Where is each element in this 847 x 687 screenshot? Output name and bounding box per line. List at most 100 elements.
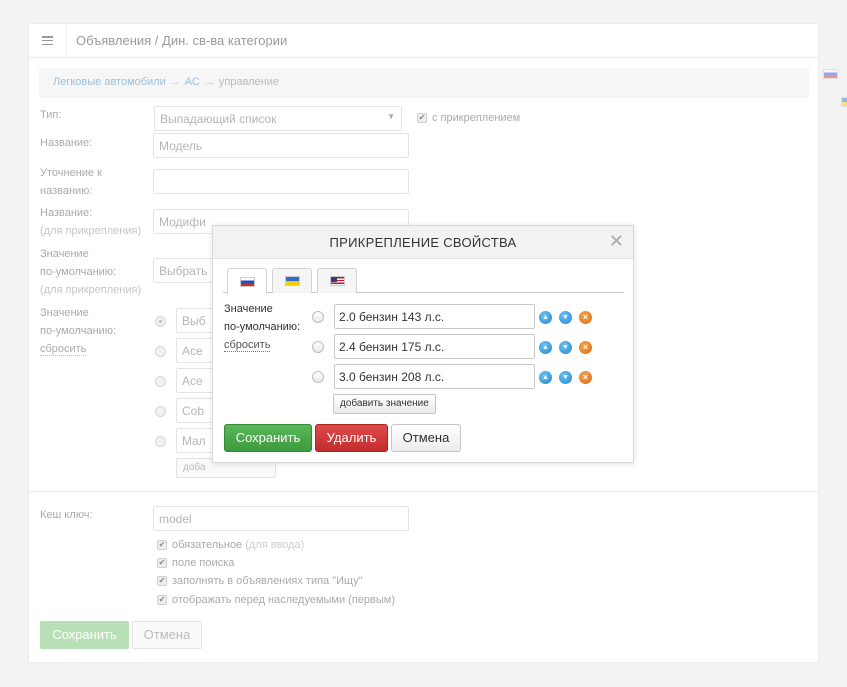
checkbox-icon: ✔ bbox=[157, 540, 167, 550]
breadcrumb-link-category[interactable]: Легковые автомобили bbox=[53, 76, 166, 88]
default-value-radio[interactable] bbox=[155, 346, 166, 357]
checkbox-icon: ✔ bbox=[417, 113, 427, 123]
breadcrumb: Легковые автомобили → АС → управление bbox=[39, 68, 809, 98]
flag-ua-icon bbox=[284, 276, 300, 286]
checkbox-icon: ✔ bbox=[157, 595, 167, 605]
dialog-title: ПРИКРЕПЛЕНИЕ СВОЙСТВА bbox=[213, 226, 633, 259]
page-title: Объявления / Дин. св-ва категории bbox=[76, 33, 288, 48]
name-label: Название: bbox=[40, 137, 93, 149]
name-attach-label: Название: (для прикрепления) bbox=[40, 204, 141, 240]
arrow-up-icon[interactable]: ▲ bbox=[539, 371, 552, 384]
default-label: Значение по-умолчанию: сбросить bbox=[40, 304, 116, 358]
default-attach-label-sub: (для прикрепления) bbox=[40, 284, 142, 296]
default-value-text: Mал bbox=[182, 434, 206, 448]
hamburger-icon bbox=[42, 36, 53, 45]
dialog-value-radio-2[interactable] bbox=[312, 341, 324, 353]
name-input[interactable]: Модель bbox=[153, 133, 409, 158]
chevron-down-icon: ▼ bbox=[387, 112, 395, 121]
cache-key-input[interactable]: model bbox=[153, 506, 409, 531]
dialog-default-label: Значение по-умолчанию: сбросить bbox=[224, 300, 300, 354]
arrow-down-icon[interactable]: ▼ bbox=[559, 341, 572, 354]
default-value-text: Ace bbox=[182, 374, 203, 388]
display-first-checkbox-label: отображать перед наследуемыми (первым) bbox=[172, 594, 396, 606]
required-checkbox-sub: (для ввода) bbox=[245, 539, 305, 551]
clarify-input[interactable] bbox=[153, 169, 409, 194]
tab-ua[interactable] bbox=[272, 268, 312, 293]
breadcrumb-link-ac[interactable]: АС bbox=[185, 76, 200, 88]
default-attach-select-value: Выбрать bbox=[159, 264, 208, 278]
tab-ru[interactable] bbox=[227, 268, 267, 294]
dialog-value-radio-3[interactable] bbox=[312, 371, 324, 383]
breadcrumb-separator: → bbox=[203, 76, 215, 88]
default-value-radio[interactable] bbox=[155, 376, 166, 387]
delete-icon[interactable]: × bbox=[579, 341, 592, 354]
delete-icon[interactable]: × bbox=[579, 311, 592, 324]
dialog-save-button[interactable]: Сохранить bbox=[224, 424, 312, 452]
default-value-text: Выб bbox=[182, 314, 206, 328]
type-select[interactable]: Выпадающий список ▼ bbox=[154, 106, 402, 131]
dialog-value-text-3: 3.0 бензин 208 л.с. bbox=[339, 370, 445, 384]
dialog-default-label-line1: Значение bbox=[224, 303, 273, 315]
arrow-up-icon[interactable]: ▲ bbox=[539, 341, 552, 354]
cache-key-label: Кеш ключ: bbox=[40, 509, 93, 521]
dialog-cancel-button[interactable]: Отмена bbox=[391, 424, 461, 452]
flag-us-icon bbox=[329, 276, 345, 286]
display-first-checkbox[interactable]: ✔ отображать перед наследуемыми (первым) bbox=[157, 594, 395, 606]
default-value-radio[interactable] bbox=[155, 316, 166, 327]
required-checkbox-label: обязательное bbox=[172, 539, 243, 551]
search-field-checkbox-label: поле поиска bbox=[172, 557, 235, 569]
breadcrumb-current: управление bbox=[218, 76, 279, 88]
checkbox-icon: ✔ bbox=[157, 576, 167, 586]
type-select-value: Выпадающий список bbox=[160, 112, 277, 126]
type-label: Тип: bbox=[40, 109, 62, 121]
default-value-radio[interactable] bbox=[155, 406, 166, 417]
add-value-button[interactable]: добавить значение bbox=[333, 394, 436, 414]
menu-button[interactable] bbox=[29, 24, 67, 57]
arrow-up-icon[interactable]: ▲ bbox=[539, 311, 552, 324]
checkbox-icon: ✔ bbox=[157, 558, 167, 568]
name-attach-label-text: Название: bbox=[40, 207, 93, 219]
arrow-down-icon[interactable]: ▼ bbox=[559, 311, 572, 324]
default-attach-label-line2: по-умолчанию: bbox=[40, 266, 117, 278]
dialog-delete-button[interactable]: Удалить bbox=[315, 424, 388, 452]
cancel-button-bg[interactable]: Отмена bbox=[132, 621, 202, 649]
lang-ru-flag-icon[interactable] bbox=[823, 68, 838, 79]
default-reset-link[interactable]: сбросить bbox=[40, 343, 87, 356]
name-input-value: Модель bbox=[159, 139, 203, 153]
search-field-checkbox[interactable]: ✔ поле поиска bbox=[157, 557, 234, 569]
name-attach-label-sub: (для прикрепления) bbox=[40, 225, 142, 237]
default-value-radio[interactable] bbox=[155, 436, 166, 447]
close-icon[interactable]: ✕ bbox=[609, 231, 624, 251]
panel-header: Объявления / Дин. св-ва категории bbox=[29, 24, 818, 58]
required-checkbox[interactable]: ✔ обязательное (для ввода) bbox=[157, 539, 304, 551]
clarify-label-line2: названию: bbox=[40, 185, 93, 197]
divider bbox=[29, 491, 818, 492]
fill-wanted-checkbox[interactable]: ✔ заполнять в объявлениях типа "Ищу" bbox=[157, 575, 363, 587]
delete-icon[interactable]: × bbox=[579, 371, 592, 384]
dialog-reset-link[interactable]: сбросить bbox=[224, 339, 271, 352]
attach-checkbox[interactable]: ✔ с прикреплением bbox=[417, 112, 520, 124]
name-attach-input-value: Модифи bbox=[159, 215, 206, 229]
default-attach-label-line1: Значение bbox=[40, 248, 89, 260]
arrow-down-icon[interactable]: ▼ bbox=[559, 371, 572, 384]
default-label-line2: по-умолчанию: bbox=[40, 325, 117, 337]
default-value-text: Cob bbox=[182, 404, 205, 418]
breadcrumb-separator: → bbox=[169, 76, 181, 88]
cache-key-value: model bbox=[159, 512, 192, 526]
dialog-value-input-1[interactable]: 2.0 бензин 143 л.с. bbox=[334, 304, 535, 329]
lang-ua-flag-icon[interactable] bbox=[841, 96, 847, 107]
dialog-value-text-2: 2.4 бензин 175 л.с. bbox=[339, 340, 445, 354]
dialog-value-radio-1[interactable] bbox=[312, 311, 324, 323]
dialog-value-input-2[interactable]: 2.4 бензин 175 л.с. bbox=[334, 334, 535, 359]
fill-wanted-checkbox-label: заполнять в объявлениях типа "Ищу" bbox=[172, 575, 363, 587]
tab-us[interactable] bbox=[317, 268, 357, 293]
clarify-label: Уточнение к названию: bbox=[40, 164, 102, 200]
dialog-default-label-line2: по-умолчанию: bbox=[224, 321, 301, 333]
default-value-text: Ace bbox=[182, 344, 203, 358]
dialog-value-input-3[interactable]: 3.0 бензин 208 л.с. bbox=[334, 364, 535, 389]
default-label-line1: Значение bbox=[40, 307, 89, 319]
clarify-label-line1: Уточнение к bbox=[40, 167, 102, 179]
save-button-bg[interactable]: Сохранить bbox=[40, 621, 129, 649]
attach-checkbox-label: с прикреплением bbox=[432, 112, 521, 124]
dialog-value-text-1: 2.0 бензин 143 л.с. bbox=[339, 310, 445, 324]
